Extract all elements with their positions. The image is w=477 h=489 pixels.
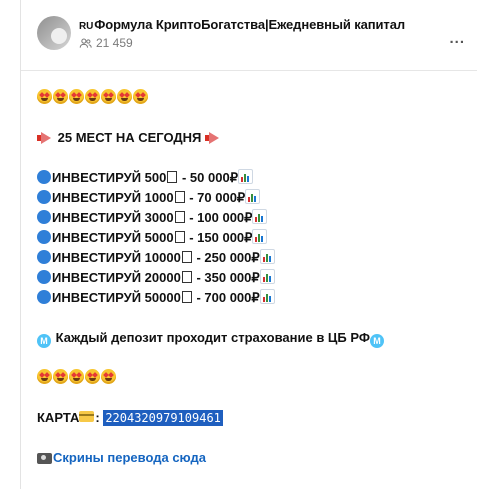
- star-eyes-face-icon: [53, 89, 68, 104]
- chart-icon: [245, 189, 261, 204]
- card-line: КАРТА: 2204320979109461: [37, 408, 223, 428]
- offer-amount: ИНВЕСТИРУЙ 5000: [52, 230, 174, 245]
- missing-glyph-icon: [181, 291, 192, 303]
- headline-text: 25 МЕСТ НА СЕГОДНЯ: [57, 130, 202, 145]
- post-card: RUФормула КриптоБогатства|Ежедневный кап…: [20, 0, 477, 489]
- blue-circle-icon: [37, 290, 51, 304]
- offer-item: ИНВЕСТИРУЙ 5000 - 150 000₽: [37, 228, 268, 248]
- star-eyes-face-icon: [37, 369, 52, 384]
- chart-icon: [259, 269, 275, 284]
- flag-label: RU: [79, 21, 94, 32]
- offer-amount: ИНВЕСТИРУЙ 50000: [52, 290, 181, 305]
- offer-return: - 250 000₽: [192, 250, 260, 265]
- m-circle-icon: M: [37, 334, 51, 348]
- chart-icon: [252, 209, 268, 224]
- star-eyes-face-icon: [101, 369, 116, 384]
- card-number[interactable]: 2204320979109461: [103, 410, 223, 426]
- star-eyes-face-icon: [133, 89, 148, 104]
- offer-item: ИНВЕСТИРУЙ 20000 - 350 000₽: [37, 268, 276, 288]
- blue-circle-icon: [37, 230, 51, 244]
- camera-icon: [37, 453, 52, 464]
- card-colon: :: [95, 410, 100, 425]
- post-header: RUФормула КриптоБогатства|Ежедневный кап…: [37, 12, 477, 68]
- offer-return: - 100 000₽: [185, 210, 253, 225]
- chart-icon: [259, 289, 275, 304]
- insurance-text: Каждый депозит проходит страхование в ЦБ…: [55, 330, 370, 345]
- offer-item: ИНВЕСТИРУЙ 1000 - 70 000₽: [37, 188, 261, 208]
- missing-glyph-icon: [167, 171, 178, 183]
- users-icon: [79, 38, 92, 48]
- chart-icon: [259, 249, 275, 264]
- blue-circle-icon: [37, 190, 51, 204]
- missing-glyph-icon: [181, 271, 192, 283]
- blue-circle-icon: [37, 270, 51, 284]
- offer-amount: ИНВЕСТИРУЙ 20000: [52, 270, 181, 285]
- m-circle-icon: M: [369, 334, 384, 348]
- offer-return: - 150 000₽: [185, 230, 253, 245]
- star-eyes-face-icon: [37, 89, 52, 104]
- star-eyes-face-icon: [101, 89, 116, 104]
- star-eyes-face-icon: [117, 89, 132, 104]
- offer-item: ИНВЕСТИРУЙ 10000 - 250 000₽: [37, 248, 276, 268]
- header-divider: [21, 70, 477, 71]
- offer-item: ИНВЕСТИРУЙ 500 - 50 000₽: [37, 168, 254, 188]
- offer-return: - 700 000₽: [192, 290, 260, 305]
- emoji-row-top: [37, 88, 149, 108]
- credit-card-icon: [79, 411, 95, 422]
- star-eyes-face-icon: [85, 369, 100, 384]
- blue-circle-icon: [37, 250, 51, 264]
- channel-name: Формула КриптоБогатства|Ежедневный капит…: [94, 17, 405, 32]
- missing-glyph-icon: [174, 231, 185, 243]
- star-eyes-face-icon: [69, 89, 84, 104]
- missing-glyph-icon: [181, 251, 192, 263]
- missing-glyph-icon: [174, 191, 185, 203]
- screens-line: Скрины перевода сюда: [37, 448, 206, 468]
- chart-icon: [237, 169, 253, 184]
- offer-return: - 50 000₽: [178, 170, 238, 185]
- insurance-line: M Каждый депозит проходит страхование в …: [37, 328, 385, 348]
- offer-amount: ИНВЕСТИРУЙ 500: [52, 170, 167, 185]
- megaphone-icon: [205, 132, 221, 144]
- headline: 25 МЕСТ НА СЕГОДНЯ: [37, 128, 222, 148]
- offer-return: - 70 000₽: [185, 190, 246, 205]
- star-eyes-face-icon: [69, 369, 84, 384]
- card-label: КАРТА: [37, 410, 80, 425]
- screens-link[interactable]: Скрины перевода сюда: [53, 450, 206, 465]
- offer-item: ИНВЕСТИРУЙ 3000 - 100 000₽: [37, 208, 268, 228]
- subscriber-count: 21 459: [79, 36, 133, 50]
- chart-icon: [252, 229, 268, 244]
- megaphone-icon: [37, 132, 53, 144]
- emoji-row-bottom: [37, 368, 117, 388]
- missing-glyph-icon: [174, 211, 185, 223]
- channel-avatar[interactable]: [37, 16, 71, 50]
- subscriber-count-value: 21 459: [96, 36, 133, 50]
- more-menu-button[interactable]: ...: [449, 30, 465, 47]
- offer-amount: ИНВЕСТИРУЙ 1000: [52, 190, 174, 205]
- blue-circle-icon: [37, 210, 51, 224]
- star-eyes-face-icon: [85, 89, 100, 104]
- offer-amount: ИНВЕСТИРУЙ 10000: [52, 250, 181, 265]
- offer-amount: ИНВЕСТИРУЙ 3000: [52, 210, 174, 225]
- offer-return: - 350 000₽: [192, 270, 260, 285]
- blue-circle-icon: [37, 170, 51, 184]
- channel-title[interactable]: RUФормула КриптоБогатства|Ежедневный кап…: [79, 17, 405, 32]
- offer-item: ИНВЕСТИРУЙ 50000 - 700 000₽: [37, 288, 276, 308]
- star-eyes-face-icon: [53, 369, 68, 384]
